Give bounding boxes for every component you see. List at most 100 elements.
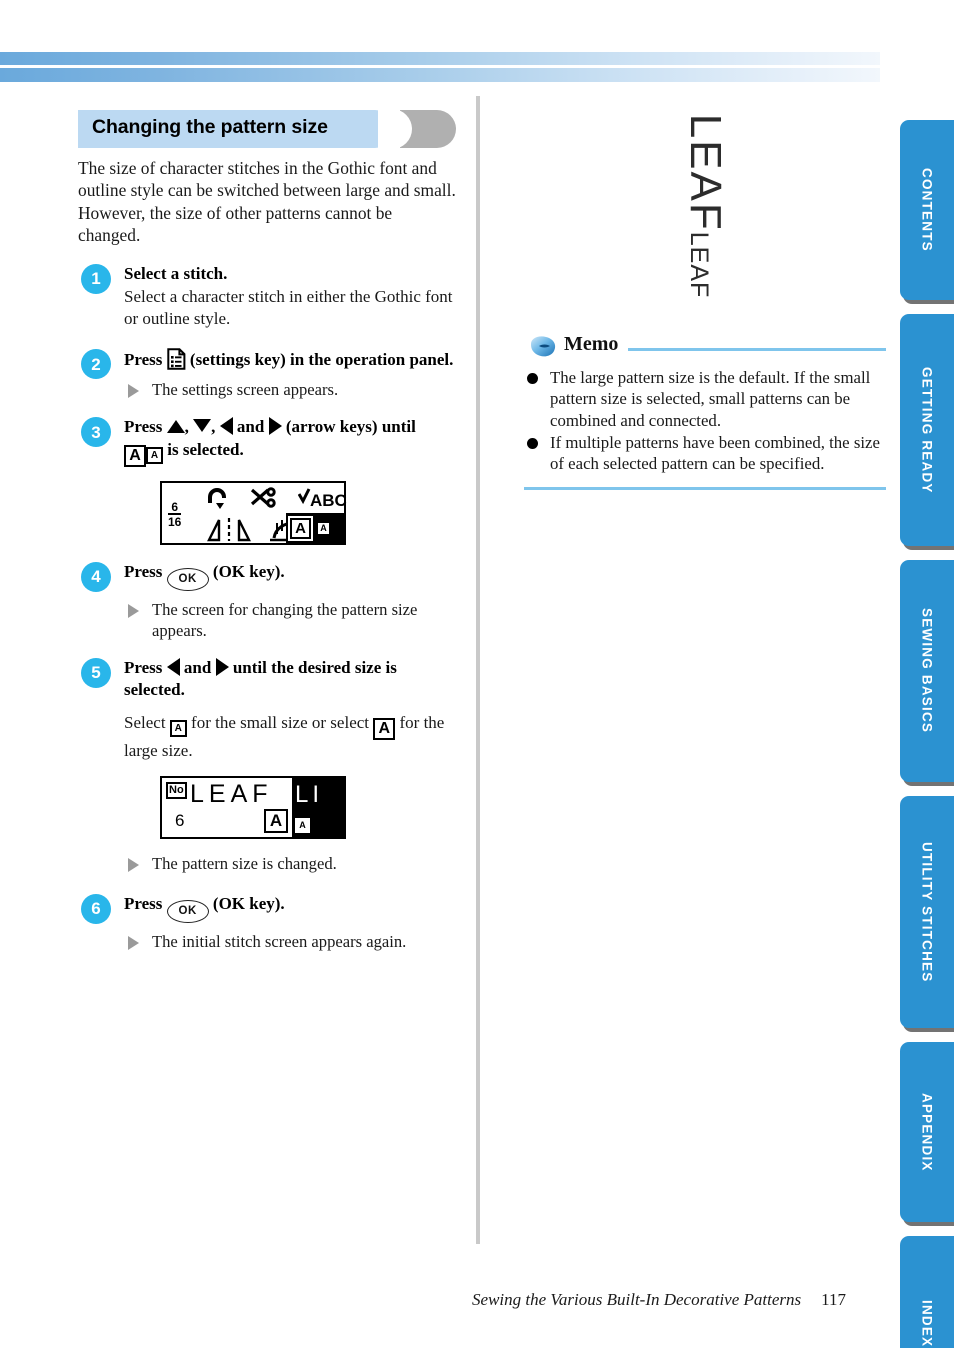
size-large-icon: A xyxy=(124,444,146,467)
leaf-rotated-group: LEAFLEAF xyxy=(680,114,730,299)
lcd-icon-row-top: ABC xyxy=(206,486,348,516)
svg-text:ABC: ABC xyxy=(310,491,347,510)
lcd-size-large-selected[interactable]: A xyxy=(264,809,288,834)
header-bar-bottom xyxy=(0,68,880,82)
side-tab-navigation: CONTENTS GETTING READY SEWING BASICS UTI… xyxy=(900,120,954,1348)
step-4: 4 Press OK (OK key). The screen for chan… xyxy=(78,561,458,641)
memo-item: If multiple patterns have been combined,… xyxy=(524,432,886,475)
lcd-overflow-text: LI xyxy=(295,781,324,809)
step-2-title: Press (settings key) in the operation pa… xyxy=(124,348,458,371)
bullet-icon xyxy=(527,373,538,384)
leaf-large-text: LEAF xyxy=(681,113,730,232)
sidebar-item-label: CONTENTS xyxy=(919,168,935,252)
step-5: 5 Press and until the desired size is se… xyxy=(78,657,458,875)
arrow-up-icon xyxy=(166,420,185,434)
step-5-result-text: The pattern size is changed. xyxy=(152,854,337,874)
lcd-size-small-option[interactable]: A xyxy=(295,818,310,834)
lcd-pattern-text: LEAF xyxy=(190,780,273,809)
sidebar-item-label: APPENDIX xyxy=(919,1092,935,1172)
size-large-icon: A xyxy=(373,718,396,741)
step-6-result: The initial stitch screen appears again. xyxy=(124,931,458,952)
reverse-stitch-icon xyxy=(206,487,228,516)
page-title: Changing the pattern size xyxy=(92,116,328,138)
step-number: 2 xyxy=(81,349,111,380)
ok-key-icon: OK xyxy=(166,567,209,591)
footer-chapter-title: Sewing the Various Built-In Decorative P… xyxy=(472,1290,802,1309)
lcd-settings-screen: 6 16 ABC A A xyxy=(160,480,348,545)
left-column: Changing the pattern size The size of ch… xyxy=(78,109,458,958)
sidebar-item-index[interactable]: INDEX xyxy=(900,1236,954,1348)
ok-key-icon: OK xyxy=(166,899,209,923)
step-2-title-post: (settings key) in the operation panel. xyxy=(189,350,454,370)
sidebar-item-sewing-basics[interactable]: SEWING BASICS xyxy=(900,560,954,782)
step-5-body-mid: for the small size or select xyxy=(191,713,370,733)
step-3-title: Press , , and (arrow keys) until AA is s… xyxy=(124,416,458,467)
step-3-title-end: is selected. xyxy=(167,439,244,459)
thread-cutter-icon xyxy=(250,486,276,516)
step-number: 3 xyxy=(81,417,111,448)
step-5-body: Select A for the small size or select A … xyxy=(124,712,458,762)
lcd-pattern-number: 6 xyxy=(175,811,185,831)
memo-header: Memo xyxy=(524,333,886,363)
section-intro: The size of character stitches in the Go… xyxy=(78,158,456,246)
lcd-pattern-fraction: 6 16 xyxy=(168,499,182,528)
sidebar-item-appendix[interactable]: APPENDIX xyxy=(900,1042,954,1222)
sidebar-item-label: GETTING READY xyxy=(919,366,935,494)
step-3-title-post: (arrow keys) until xyxy=(285,417,416,437)
step-5-body-pre: Select xyxy=(124,713,166,733)
size-small-icon: A xyxy=(169,720,187,738)
leaf-small-text: LEAF xyxy=(685,231,713,299)
step-number: 5 xyxy=(81,657,111,688)
step-6-title: Press OK (OK key). xyxy=(124,893,458,923)
step-6-title-pre: Press xyxy=(124,893,163,913)
step-5-title-pre: Press xyxy=(124,657,163,677)
arrow-left-icon xyxy=(219,417,233,436)
step-number: 4 xyxy=(81,561,111,592)
right-column: LEAFLEAF Memo The large pattern size is … xyxy=(524,110,886,490)
result-arrow-icon xyxy=(128,935,139,950)
page-footer: Sewing the Various Built-In Decorative P… xyxy=(0,1290,900,1310)
lcd-size-large-selected[interactable]: A xyxy=(288,515,313,541)
bullet-icon xyxy=(527,437,538,449)
step-number: 6 xyxy=(81,893,111,924)
arrow-down-icon xyxy=(193,419,212,433)
settings-key-icon xyxy=(166,348,186,370)
sidebar-item-utility-stitches[interactable]: UTILITY STITCHES xyxy=(900,796,954,1028)
memo-rule xyxy=(628,348,886,351)
step-5-title-post: until the desired size is selected. xyxy=(124,657,397,700)
memo-box: Memo The large pattern size is the defau… xyxy=(524,333,886,490)
result-arrow-icon xyxy=(128,603,139,618)
lcd-overflow-block: LI A xyxy=(292,778,344,838)
memo-item-text: The large pattern size is the default. I… xyxy=(550,368,871,430)
manual-page: Changing the pattern size The size of ch… xyxy=(0,0,954,1348)
lcd-fraction-numerator: 6 xyxy=(171,499,179,514)
lcd-size-small-option[interactable]: A xyxy=(316,520,331,536)
step-number: 1 xyxy=(81,263,111,294)
step-6-result-text: The initial stitch screen appears again. xyxy=(152,931,407,951)
memo-title: Memo xyxy=(564,333,619,355)
step-4-result-text: The screen for changing the pattern size… xyxy=(152,599,418,640)
sidebar-item-label: INDEX xyxy=(919,1299,935,1348)
step-1-body: Select a character stitch in either the … xyxy=(124,286,453,328)
step-6-title-post: (OK key). xyxy=(212,893,285,913)
arrow-right-icon xyxy=(268,417,282,436)
result-arrow-icon xyxy=(128,384,139,399)
step-4-result: The screen for changing the pattern size… xyxy=(124,599,458,641)
memo-bottom-rule xyxy=(524,486,886,490)
memo-list: The large pattern size is the default. I… xyxy=(524,367,886,475)
sidebar-item-getting-ready[interactable]: GETTING READY xyxy=(900,314,954,546)
header-bar-top xyxy=(0,52,880,65)
sidebar-item-label: SEWING BASICS xyxy=(919,608,935,734)
arrow-left-icon xyxy=(166,657,180,676)
step-1: 1 Select a stitch. Select a character st… xyxy=(78,263,458,330)
step-3-title-mid: and xyxy=(236,417,265,437)
lcd-size-screen: No LEAF 6 A LI A xyxy=(160,776,346,840)
step-1-title: Select a stitch. xyxy=(124,263,228,283)
lcd-size-selector[interactable]: A A xyxy=(286,512,344,544)
header-gradient-bars xyxy=(0,52,880,82)
memo-icon xyxy=(528,335,558,359)
lcd-no-badge: No xyxy=(166,782,187,800)
sidebar-item-contents[interactable]: CONTENTS xyxy=(900,120,954,300)
sidebar-item-label: UTILITY STITCHES xyxy=(919,841,935,983)
step-2-result-text: The settings screen appears. xyxy=(152,380,339,400)
